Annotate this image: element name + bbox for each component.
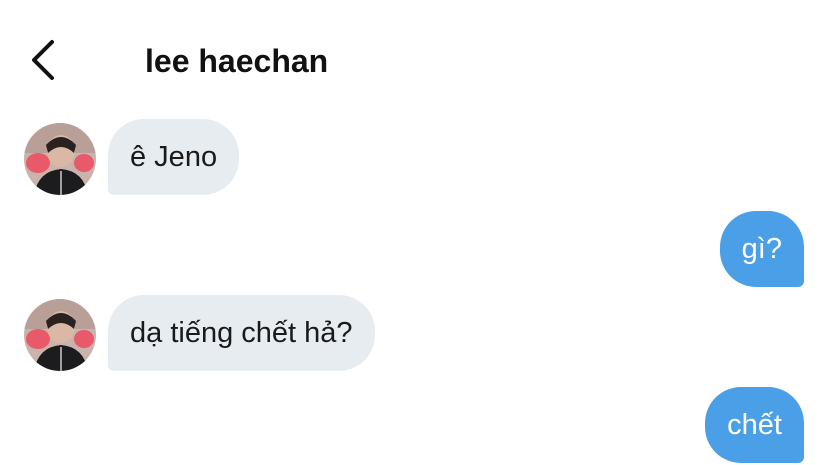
avatar[interactable] [24, 299, 96, 371]
contact-name: lee haechan [145, 43, 329, 79]
back-button[interactable] [24, 38, 64, 82]
chat-header: lee haechan [0, 0, 826, 110]
message-bubble-outgoing[interactable]: chết [705, 387, 804, 463]
message-bubble-incoming[interactable]: dạ tiếng chết hả? [108, 295, 375, 371]
avatar-image [24, 123, 96, 195]
message-bubble-incoming[interactable]: ê Jeno [108, 119, 240, 195]
avatar-image [24, 299, 96, 371]
avatar[interactable] [24, 123, 96, 195]
chevron-left-icon [32, 40, 54, 80]
message-bubble-outgoing[interactable]: gì? [719, 211, 804, 287]
